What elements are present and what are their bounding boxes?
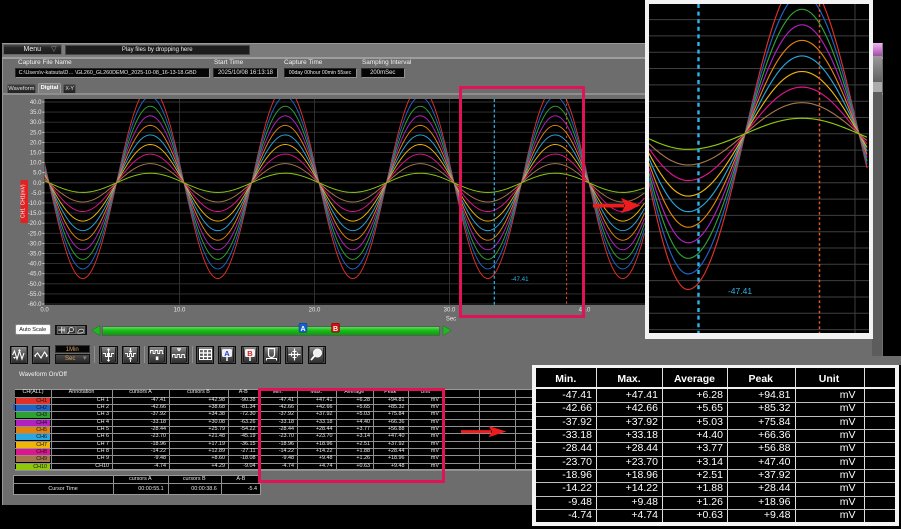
svg-text:-55.0: -55.0 [28, 292, 42, 298]
svg-text:-5.0: -5.0 [31, 191, 42, 197]
svg-text:-47.41: -47.41 [728, 285, 752, 295]
svg-text:A: A [224, 349, 230, 358]
svg-text:10.0: 10.0 [174, 308, 186, 314]
svg-text:0.0: 0.0 [33, 181, 42, 187]
svg-text:20.0: 20.0 [30, 140, 42, 146]
svg-text:30.0: 30.0 [30, 120, 42, 126]
svg-text:10.0: 10.0 [30, 161, 42, 167]
svg-text:-20.0: -20.0 [28, 221, 42, 227]
svg-text:A: A [300, 326, 305, 333]
svg-text:B: B [247, 349, 253, 358]
svg-text:-35.0: -35.0 [28, 252, 42, 258]
svg-text:15.0: 15.0 [30, 151, 42, 157]
svg-text:0.0: 0.0 [40, 308, 49, 314]
svg-text:25.0: 25.0 [30, 130, 42, 136]
svg-text:B: B [333, 326, 338, 333]
svg-text:-25.0: -25.0 [28, 231, 42, 237]
svg-text:30.0: 30.0 [444, 308, 456, 314]
svg-text:35.0: 35.0 [30, 110, 42, 116]
svg-text:-30.0: -30.0 [28, 241, 42, 247]
svg-text:20.0: 20.0 [309, 308, 321, 314]
svg-text:-10.0: -10.0 [28, 201, 42, 207]
svg-text:40.0: 40.0 [30, 100, 42, 106]
svg-text:-50.0: -50.0 [28, 282, 42, 288]
svg-text:5.0: 5.0 [33, 171, 42, 177]
svg-text:-40.0: -40.0 [28, 262, 42, 268]
svg-text:-15.0: -15.0 [28, 211, 42, 217]
svg-text:CH1 CH1(mV): CH1 CH1(mV) [20, 184, 26, 218]
svg-text:-45.0: -45.0 [28, 272, 42, 278]
